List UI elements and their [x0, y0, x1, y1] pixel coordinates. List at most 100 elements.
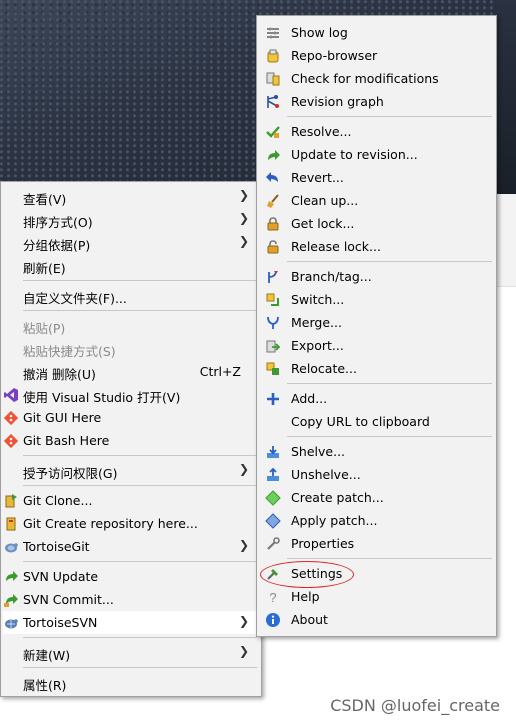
menu-separator — [287, 116, 492, 117]
chevron-right-icon: ❯ — [238, 614, 249, 628]
menu-item-git-clone[interactable]: Git Clone... — [3, 489, 259, 512]
relocate-icon — [265, 361, 281, 377]
menu-item-git-gui[interactable]: Git GUI Here — [3, 406, 259, 429]
menu-item-label: Apply patch... — [291, 513, 378, 528]
svn-item-relocate[interactable]: Relocate... — [259, 357, 494, 380]
menu-item-git-create-repo[interactable]: Git Create repository here... — [3, 512, 259, 535]
svn-item-check-modifications[interactable]: Check for modifications — [259, 67, 494, 90]
properties-icon — [265, 536, 281, 552]
svn-update-icon — [3, 569, 19, 585]
tortoisegit-clone-icon — [3, 493, 19, 509]
menu-item-svn-commit[interactable]: SVN Commit... — [3, 588, 259, 611]
svn-item-branch-tag[interactable]: Branch/tag... — [259, 265, 494, 288]
menu-item-label: Revert... — [291, 170, 344, 185]
menu-item-label: Branch/tag... — [291, 269, 372, 284]
svn-item-repo-browser[interactable]: Repo-browser — [259, 44, 494, 67]
menu-item-properties[interactable]: 属性(R) — [3, 671, 259, 694]
svn-item-revert[interactable]: Revert... — [259, 166, 494, 189]
settings-annotation-circle — [260, 561, 354, 588]
menu-item-grant-access[interactable]: 授予访问权限(G) ❯ — [3, 459, 259, 482]
menu-item-tortoisesvn[interactable]: TortoiseSVN ❯ — [3, 611, 259, 634]
svn-item-add[interactable]: Add... — [259, 387, 494, 410]
tortoisesvn-icon — [3, 615, 19, 631]
svn-item-copy-url[interactable]: Copy URL to clipboard — [259, 410, 494, 433]
svn-item-about[interactable]: About — [259, 608, 494, 631]
svn-item-get-lock[interactable]: Get lock... — [259, 212, 494, 235]
svn-item-help[interactable]: ? Help — [259, 585, 494, 608]
merge-icon — [265, 315, 281, 331]
help-icon: ? — [265, 589, 281, 605]
show-log-icon — [265, 25, 281, 41]
shelve-icon — [265, 444, 281, 460]
apply-patch-icon — [265, 513, 281, 529]
menu-item-sort-by[interactable]: 排序方式(O) ❯ — [3, 208, 259, 231]
chevron-right-icon: ❯ — [238, 462, 249, 476]
menu-item-refresh[interactable]: 刷新(E) — [3, 254, 259, 277]
get-lock-icon — [265, 216, 281, 232]
menu-item-label: 撤消 删除(U) — [23, 367, 96, 382]
add-icon — [265, 391, 281, 407]
menu-item-label: Add... — [291, 391, 328, 406]
svn-item-show-log[interactable]: Show log — [259, 21, 494, 44]
svn-item-create-patch[interactable]: Create patch... — [259, 486, 494, 509]
menu-item-label: Check for modifications — [291, 71, 439, 86]
menu-item-paste-shortcut[interactable]: 粘贴快捷方式(S) — [3, 337, 259, 360]
explorer-window-strip — [495, 194, 516, 287]
menu-item-label: Get lock... — [291, 216, 355, 231]
menu-item-label: Show log — [291, 25, 348, 40]
tortoisegit-create-repo-icon — [3, 516, 19, 532]
menu-item-label: 粘贴(P) — [23, 321, 66, 336]
menu-item-label: 粘贴快捷方式(S) — [23, 344, 116, 359]
menu-item-label: TortoiseGit — [23, 539, 90, 554]
menu-item-group-by[interactable]: 分组依据(P) ❯ — [3, 231, 259, 254]
chevron-right-icon: ❯ — [238, 211, 249, 225]
svn-item-update-to-revision[interactable]: Update to revision... — [259, 143, 494, 166]
svn-item-unshelve[interactable]: Unshelve... — [259, 463, 494, 486]
chevron-right-icon: ❯ — [238, 188, 249, 202]
switch-icon — [265, 292, 281, 308]
svn-item-release-lock[interactable]: Release lock... — [259, 235, 494, 258]
unshelve-icon — [265, 467, 281, 483]
menu-separator — [287, 383, 492, 384]
visual-studio-icon — [3, 387, 19, 403]
svn-item-export[interactable]: Export... — [259, 334, 494, 357]
menu-item-open-visual-studio[interactable]: 使用 Visual Studio 打开(V) — [3, 383, 259, 406]
menu-item-git-bash[interactable]: Git Bash Here — [3, 429, 259, 452]
svn-item-switch[interactable]: Switch... — [259, 288, 494, 311]
menu-item-label: Properties — [291, 536, 355, 551]
svn-item-apply-patch[interactable]: Apply patch... — [259, 509, 494, 532]
menu-item-label: Unshelve... — [291, 467, 361, 482]
desktop-wallpaper-edge — [495, 0, 516, 194]
menu-item-label: TortoiseSVN — [23, 615, 98, 630]
export-icon — [265, 338, 281, 354]
svn-item-revision-graph[interactable]: Revision graph — [259, 90, 494, 113]
create-patch-icon — [265, 490, 281, 506]
update-to-revision-icon — [265, 147, 281, 163]
menu-item-label: 自定义文件夹(F)... — [23, 291, 127, 306]
menu-item-customize-folder[interactable]: 自定义文件夹(F)... — [3, 284, 259, 307]
menu-item-tortoisegit[interactable]: TortoiseGit ❯ — [3, 535, 259, 558]
revision-graph-icon — [265, 94, 281, 110]
menu-item-paste[interactable]: 粘贴(P) — [3, 314, 259, 337]
menu-item-label: Revision graph — [291, 94, 384, 109]
menu-item-label: About — [291, 612, 328, 627]
svn-item-resolve[interactable]: Resolve... — [259, 120, 494, 143]
copy-url-icon — [265, 414, 281, 430]
svg-text:?: ? — [269, 590, 276, 605]
svn-item-shelve[interactable]: Shelve... — [259, 440, 494, 463]
check-modifications-icon — [265, 71, 281, 87]
menu-item-view[interactable]: 查看(V) ❯ — [3, 185, 259, 208]
menu-item-label: Release lock... — [291, 239, 381, 254]
chevron-right-icon: ❯ — [238, 538, 249, 552]
about-icon — [265, 612, 281, 628]
menu-item-label: SVN Commit... — [23, 592, 114, 607]
svn-commit-icon — [3, 592, 19, 608]
menu-item-undo-delete[interactable]: 撤消 删除(U) Ctrl+Z — [3, 360, 259, 383]
svn-item-properties[interactable]: Properties — [259, 532, 494, 555]
svn-item-clean-up[interactable]: Clean up... — [259, 189, 494, 212]
menu-item-label: Git Clone... — [23, 493, 93, 508]
menu-item-svn-update[interactable]: SVN Update — [3, 565, 259, 588]
menu-item-label: Resolve... — [291, 124, 352, 139]
svn-item-merge[interactable]: Merge... — [259, 311, 494, 334]
menu-item-new[interactable]: 新建(W) ❯ — [3, 641, 259, 664]
